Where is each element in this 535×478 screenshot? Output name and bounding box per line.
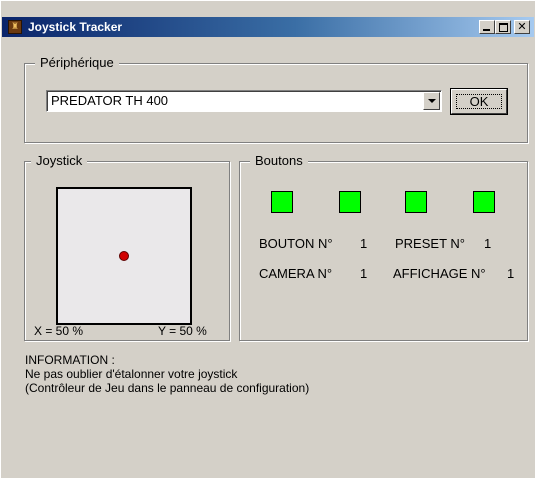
device-select[interactable]: PREDATOR TH 400: [46, 90, 442, 112]
buttons-legend: Boutons: [250, 153, 308, 169]
ok-button[interactable]: OK: [450, 88, 508, 115]
information-block: INFORMATION : Ne pas oublier d'étalonner…: [25, 353, 309, 395]
button-led-2: [339, 191, 361, 213]
window-title: Joystick Tracker: [28, 20, 123, 34]
button-led-1: [271, 191, 293, 213]
title-bar[interactable]: ♜ Joystick Tracker ✕: [2, 17, 534, 37]
peripheral-legend: Périphérique: [35, 55, 119, 71]
close-icon: ✕: [517, 20, 527, 33]
information-line-2: (Contrôleur de Jeu dans le panneau de co…: [25, 381, 310, 395]
joystick-position-pad: [56, 187, 192, 325]
information-heading: INFORMATION :: [25, 353, 115, 367]
camera-label: CAMERA N°: [259, 266, 333, 281]
maximize-button[interactable]: [495, 20, 511, 34]
bouton-label: BOUTON N°: [259, 236, 333, 251]
ok-button-bevel: OK: [451, 89, 507, 114]
device-select-value: PREDATOR TH 400: [51, 93, 169, 108]
camera-value: 1: [360, 266, 368, 281]
affichage-value: 1: [507, 266, 515, 281]
information-line-1: Ne pas oublier d'étalonner votre joystic…: [25, 367, 238, 381]
y-readout: Y = 50 %: [158, 324, 207, 338]
bouton-value: 1: [360, 236, 368, 251]
x-readout: X = 50 %: [34, 324, 84, 338]
joystick-app-icon[interactable]: ♜: [8, 20, 22, 34]
ok-button-label: OK: [469, 94, 489, 109]
close-button[interactable]: ✕: [514, 20, 530, 34]
preset-label: PRESET N°: [395, 236, 465, 251]
app-window: ♜ Joystick Tracker ✕ Périphérique PREDAT…: [0, 0, 535, 478]
joystick-legend: Joystick: [31, 153, 88, 169]
minimize-button[interactable]: [479, 20, 495, 34]
affichage-label: AFFICHAGE N°: [393, 266, 486, 281]
chevron-down-icon[interactable]: [423, 92, 440, 110]
button-led-3: [405, 191, 427, 213]
button-led-4: [473, 191, 495, 213]
preset-value: 1: [484, 236, 492, 251]
joystick-position-dot: [119, 251, 129, 261]
